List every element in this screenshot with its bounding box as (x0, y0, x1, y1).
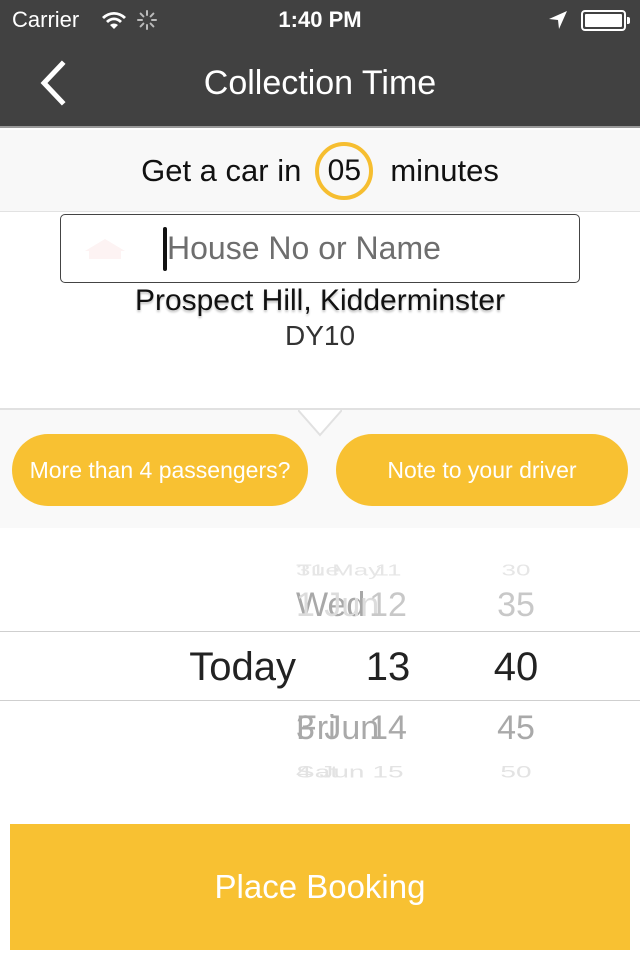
picker-row[interactable]: Fri 3 Jun 14 45 (0, 698, 640, 758)
page-title: Collection Time (203, 64, 437, 102)
picker-minute: 35 (497, 586, 535, 624)
app-header: Carrier 1:40 PM Collection Time (0, 0, 640, 128)
battery-icon (581, 10, 631, 32)
picker-minute: 45 (497, 709, 535, 747)
picker-hour-selected: 13 (365, 645, 411, 689)
options-panel: More than 4 passengers? Note to your dri… (0, 408, 640, 528)
status-time: 1:40 PM (278, 7, 362, 32)
nav-bar: Collection Time (0, 40, 640, 128)
picker-minute-selected: 40 (493, 645, 539, 689)
eta-suffix: minutes (390, 152, 499, 188)
picker-row[interactable]: Sat 4 Jun 15 50 (0, 754, 640, 790)
collection-time-picker[interactable]: Tue 31 May 11 30 Wed 1 Jun 12 35 Today 1… (0, 528, 640, 798)
more-passengers-button[interactable]: More than 4 passengers? (12, 434, 308, 506)
street-address: Prospect Hill, Kidderminster (134, 284, 506, 317)
pointer-notch (298, 409, 342, 437)
place-booking-button[interactable]: Place Booking (10, 824, 630, 950)
note-to-driver-button[interactable]: Note to your driver (336, 434, 628, 506)
house-number-input[interactable] (167, 215, 567, 281)
house-icon (85, 239, 125, 259)
picker-minute: 50 (500, 762, 532, 781)
picker-row-selected[interactable]: Today 13 40 (0, 637, 640, 697)
picker-date-selected: Today (189, 645, 296, 689)
location-arrow-icon (549, 11, 567, 29)
picker-hour: 12 (369, 586, 407, 624)
picker-hour: 15 (372, 762, 404, 781)
eta-minutes-badge: 05 (315, 141, 374, 200)
eta-prefix: Get a car in (141, 152, 302, 188)
house-input-container[interactable] (60, 214, 580, 283)
picker-row[interactable]: Wed 1 Jun 12 35 (0, 575, 640, 635)
picker-hour: 14 (369, 709, 407, 747)
postcode: DY10 (284, 320, 356, 351)
status-bar: Carrier 1:40 PM (0, 0, 640, 40)
eta-banner: Get a car in 05 minutes (0, 130, 640, 212)
